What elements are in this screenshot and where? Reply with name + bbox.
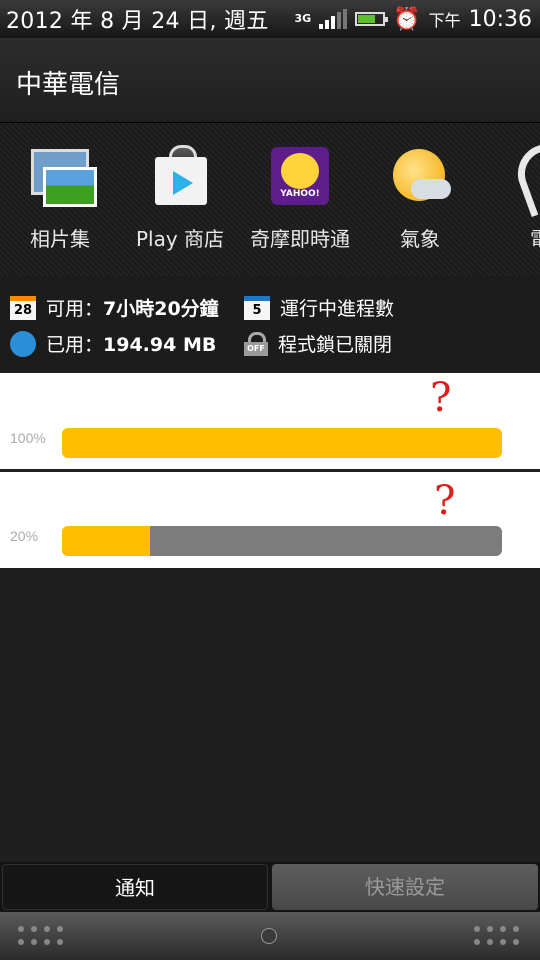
percent-label: 20%: [10, 528, 39, 544]
status-date: 2012 年 8 月 24 日, 週五: [6, 9, 269, 34]
status-clock: 10:36: [468, 6, 532, 32]
tab-notifications[interactable]: 通知: [2, 864, 268, 910]
drawer-handle[interactable]: [0, 912, 540, 960]
network-3g-icon: 3G: [294, 12, 312, 25]
weather-icon: [389, 145, 451, 207]
question-annotation: ?: [430, 375, 452, 421]
available-value: 7小時20分鐘: [103, 298, 219, 320]
tab-quick-settings[interactable]: 快速設定: [272, 864, 538, 910]
app-phone[interactable]: 電: [484, 137, 540, 252]
battery-level-card-1: ? 100%: [0, 373, 540, 469]
calendar-icon: 28: [10, 295, 36, 320]
app-play-store[interactable]: Play 商店: [124, 145, 236, 252]
app-yahoo-messenger[interactable]: YAHOO! 奇摩即時通: [244, 145, 356, 252]
carrier-header: 中華電信: [0, 38, 540, 122]
level-bar-fill: [62, 428, 502, 458]
recent-apps-strip[interactable]: 相片集 Play 商店 YAHOO! 奇摩即時通 氣象 電: [0, 122, 540, 278]
running-processes-label: 運行中進程數: [280, 298, 395, 320]
percent-label: 100%: [10, 430, 46, 446]
app-label: 相片集: [30, 227, 90, 251]
used-value: 194.94 MB: [103, 334, 217, 356]
level-bar: [62, 428, 502, 458]
play-store-icon: [149, 145, 211, 207]
memory-icon: [10, 330, 36, 357]
battery-icon: [355, 12, 389, 26]
app-lock-stat[interactable]: OFF 程式鎖已關閉: [244, 330, 392, 357]
app-gallery[interactable]: 相片集: [4, 145, 116, 252]
level-bar: [62, 526, 502, 556]
status-icons: 3G ⏰ 下午 10:36: [294, 0, 532, 38]
status-ampm: 下午: [428, 11, 461, 30]
app-label: 氣象: [400, 227, 440, 251]
used-prefix: 已用：: [46, 334, 104, 356]
status-bar: 2012 年 8 月 24 日, 週五 3G ⏰ 下午 10:36: [0, 0, 540, 38]
yahoo-messenger-icon: YAHOO!: [269, 145, 331, 207]
level-bar-fill: [62, 526, 150, 556]
alarm-clock-icon: ⏰: [393, 6, 421, 32]
lock-icon: OFF: [244, 331, 268, 356]
available-time-stat: 28 可用：7小時20分鐘: [10, 294, 219, 321]
app-lock-label: 程式鎖已關閉: [278, 334, 393, 356]
available-prefix: 可用：: [46, 298, 104, 320]
question-annotation: ?: [434, 478, 456, 524]
app-label: 奇摩即時通: [250, 227, 350, 251]
grip-dots-left: [18, 926, 63, 945]
gallery-icon: [29, 145, 97, 207]
memory-used-stat: 已用：194.94 MB: [10, 330, 216, 357]
signal-strength-icon: [319, 9, 348, 29]
phone-icon: [509, 137, 540, 218]
running-processes-stat[interactable]: 5 運行中進程數: [244, 294, 394, 321]
grip-dots-right: [474, 926, 519, 945]
app-label: Play 商店: [135, 227, 225, 251]
system-stats-panel: 28 可用：7小時20分鐘 5 運行中進程數 已用：194.94 MB OFF …: [0, 276, 540, 372]
app-label: 電: [484, 223, 540, 252]
battery-level-card-2: ? 20%: [0, 472, 540, 568]
process-count-icon: 5: [244, 295, 270, 320]
bottom-tabs: 通知 快速設定: [0, 862, 540, 912]
carrier-name: 中華電信: [16, 70, 121, 100]
app-weather[interactable]: 氣象: [364, 145, 476, 252]
drawer-knob[interactable]: [261, 928, 277, 944]
